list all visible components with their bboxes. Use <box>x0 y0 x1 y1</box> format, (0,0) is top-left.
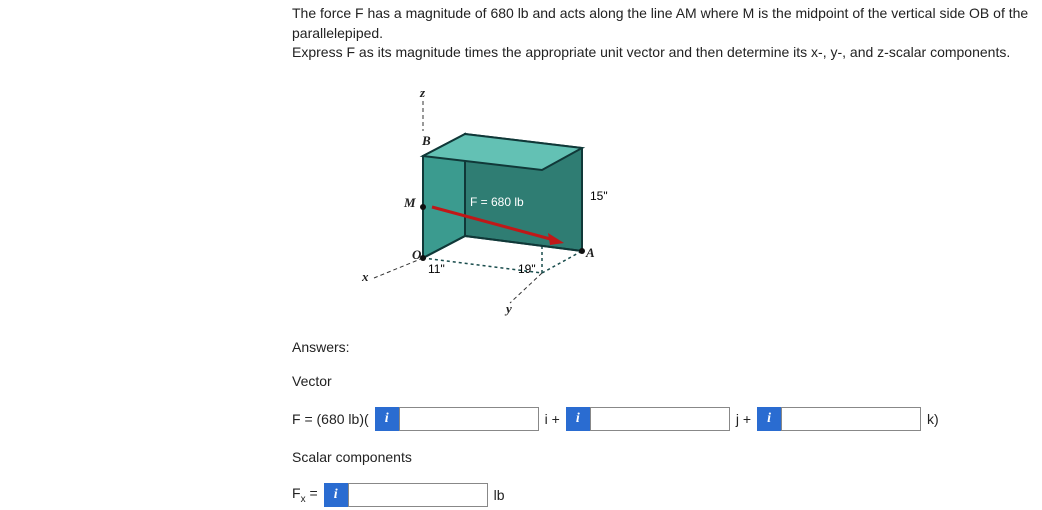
answers-heading: Answers: <box>292 339 1042 355</box>
dim-height: 15" <box>590 189 608 203</box>
axis-y-label: y <box>506 301 512 317</box>
fx-label: Fx = <box>292 485 318 505</box>
axis-x-label: x <box>362 269 369 285</box>
scalar-heading: Scalar components <box>292 449 1042 465</box>
info-icon[interactable]: i <box>757 407 781 431</box>
vector-j-input[interactable] <box>590 407 730 431</box>
k-close-text: k) <box>927 411 939 427</box>
dim-width: 19" <box>518 262 536 276</box>
axis-z-label: z <box>420 85 425 101</box>
point-o-label: O <box>412 247 421 263</box>
point-a-label: A <box>586 245 595 261</box>
vector-k-input[interactable] <box>781 407 921 431</box>
point-m-label: M <box>404 195 416 211</box>
j-plus-text: j + <box>736 411 751 427</box>
i-plus-text: i + <box>545 411 560 427</box>
problem-figure: z x y B M O A F = 680 lb 15" 11" 19" <box>332 73 652 333</box>
dim-depth: 11" <box>428 262 445 276</box>
info-icon[interactable]: i <box>324 483 348 507</box>
info-icon[interactable]: i <box>375 407 399 431</box>
vector-heading: Vector <box>292 373 1042 389</box>
fx-unit: lb <box>494 487 505 503</box>
problem-statement: The force F has a magnitude of 680 lb an… <box>292 4 1042 63</box>
vector-prefix: F = (680 lb)( <box>292 411 369 427</box>
scalar-fx-input[interactable] <box>348 483 488 507</box>
vector-i-input[interactable] <box>399 407 539 431</box>
vector-answer-row: F = (680 lb)( i i + i j + i k) <box>292 407 1042 431</box>
problem-line-2: Express F as its magnitude times the app… <box>292 44 1010 60</box>
point-b-label: B <box>422 133 431 149</box>
force-label: F = 680 lb <box>470 195 524 209</box>
problem-line-1: The force F has a magnitude of 680 lb an… <box>292 5 1028 41</box>
info-icon[interactable]: i <box>566 407 590 431</box>
scalar-fx-row: Fx = i lb <box>292 483 1042 507</box>
